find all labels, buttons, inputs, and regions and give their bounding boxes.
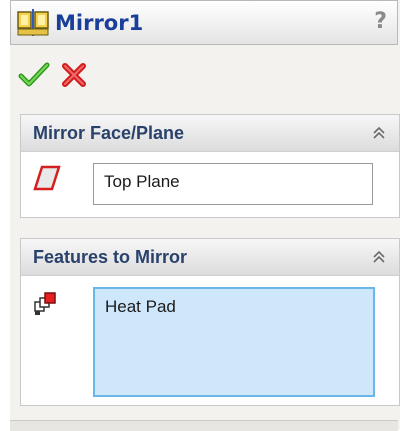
plane-icon bbox=[33, 165, 61, 191]
mirror-feature-icon bbox=[17, 9, 49, 36]
property-manager-panel: Mirror1 ? Mirror Face/Plane Top Plane Fe… bbox=[10, 0, 400, 431]
action-row bbox=[10, 45, 398, 103]
help-button[interactable]: ? bbox=[374, 9, 387, 34]
features-icon bbox=[34, 292, 56, 315]
window-title: Mirror1 bbox=[55, 11, 144, 35]
group-header[interactable]: Features to Mirror bbox=[21, 239, 399, 276]
group-title: Mirror Face/Plane bbox=[33, 123, 185, 143]
group-title: Features to Mirror bbox=[33, 247, 188, 267]
title-bar: Mirror1 ? bbox=[10, 0, 398, 45]
list-item[interactable]: Heat Pad bbox=[105, 297, 363, 317]
cancel-button[interactable] bbox=[60, 61, 88, 89]
ok-button[interactable] bbox=[18, 61, 50, 89]
features-to-mirror-group: Features to Mirror Heat Pad bbox=[20, 238, 400, 406]
next-group-edge bbox=[10, 420, 398, 431]
mirror-plane-field[interactable]: Top Plane bbox=[93, 163, 373, 205]
group-header[interactable]: Mirror Face/Plane bbox=[21, 115, 399, 152]
mirror-face-plane-group: Mirror Face/Plane Top Plane bbox=[20, 114, 400, 218]
collapse-chevron-icon[interactable] bbox=[371, 125, 387, 141]
collapse-chevron-icon[interactable] bbox=[371, 249, 387, 265]
features-list[interactable]: Heat Pad bbox=[93, 287, 375, 397]
